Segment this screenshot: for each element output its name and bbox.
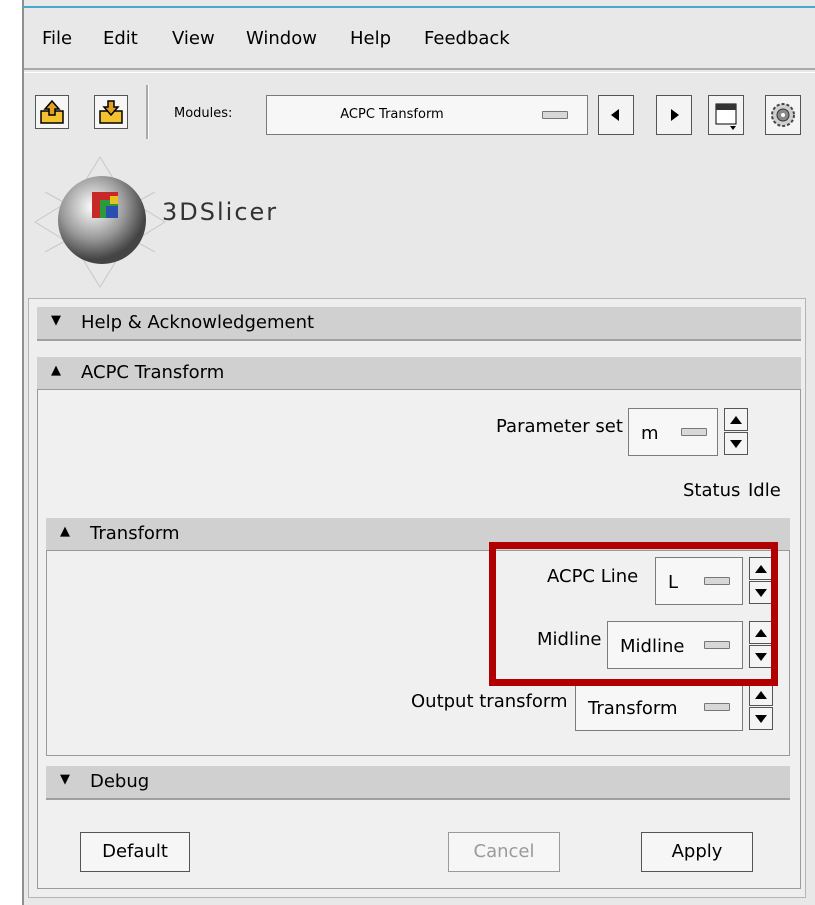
prev-module-button[interactable] [598, 95, 634, 135]
apply-button[interactable]: Apply [641, 832, 753, 872]
debug-label: Debug [90, 771, 150, 792]
settings-button[interactable] [765, 95, 801, 135]
parameter-set-combo[interactable]: m [628, 408, 718, 456]
help-acknowledgement-header[interactable]: ▼ Help & Acknowledgement [37, 307, 801, 341]
output-transform-spinner[interactable] [749, 683, 773, 731]
output-transform-label: Output transform [411, 691, 568, 712]
dropdown-indicator-icon [681, 428, 707, 436]
load-data-icon [40, 99, 64, 124]
module-selector[interactable]: ACPC Transform [266, 95, 588, 135]
spin-up-button[interactable] [749, 683, 773, 706]
save-data-icon [99, 100, 123, 124]
prev-module-icon [611, 109, 619, 121]
status-value: Idle [748, 480, 781, 501]
menu-feedback[interactable]: Feedback [424, 28, 510, 49]
acpc-transform-label: ACPC Transform [81, 362, 225, 383]
expand-arrow-icon: ▲ [51, 363, 61, 378]
settings-icon [771, 103, 795, 127]
default-button[interactable]: Default [80, 832, 190, 872]
arrow-down-icon [755, 715, 767, 723]
slicer-logo-area: 3DSlicer [26, 150, 815, 298]
transform-label: Transform [90, 523, 180, 544]
menu-bar: File Edit View Window Help Feedback [24, 10, 815, 70]
menu-file[interactable]: File [42, 28, 72, 49]
output-transform-combo[interactable]: Transform [575, 683, 743, 731]
layout-icon [715, 103, 737, 130]
spin-down-button[interactable] [724, 432, 748, 455]
module-selector-value: ACPC Transform [340, 107, 444, 122]
load-data-button[interactable] [35, 95, 69, 129]
parameter-set-spinner[interactable] [724, 408, 748, 456]
arrow-up-icon [730, 416, 742, 424]
next-module-icon [671, 109, 679, 121]
parameter-set-label: Parameter set [496, 416, 623, 437]
collapse-arrow-icon: ▼ [51, 313, 61, 328]
acpc-transform-header[interactable]: ▲ ACPC Transform [37, 357, 801, 389]
menu-help[interactable]: Help [350, 28, 391, 49]
output-transform-value: Transform [588, 698, 678, 719]
spin-down-button[interactable] [749, 707, 773, 730]
cancel-button[interactable]: Cancel [448, 832, 560, 872]
slicer-logo-text: 3DSlicer [162, 198, 279, 226]
module-toolbar: Modules: ACPC Transform [24, 72, 815, 151]
menu-window[interactable]: Window [246, 28, 317, 49]
menu-view[interactable]: View [172, 28, 215, 49]
collapse-arrow-icon: ▼ [60, 772, 70, 787]
expand-arrow-icon: ▲ [60, 524, 70, 539]
dropdown-indicator-icon [542, 111, 568, 119]
dropdown-indicator-icon [704, 703, 730, 711]
arrow-up-icon [755, 691, 767, 699]
toolbar-separator [146, 85, 149, 139]
save-data-button[interactable] [94, 95, 128, 129]
help-acknowledgement-label: Help & Acknowledgement [81, 312, 315, 333]
next-module-button[interactable] [656, 95, 692, 135]
arrow-down-icon [730, 440, 742, 448]
spin-up-button[interactable] [724, 408, 748, 431]
status-label: Status [683, 480, 741, 501]
parameter-set-value: m [641, 423, 659, 444]
window-top-border [22, 6, 815, 8]
modules-label: Modules: [174, 106, 233, 121]
debug-header[interactable]: ▼ Debug [46, 766, 790, 800]
menu-edit[interactable]: Edit [103, 28, 138, 49]
annotation-highlight-box [489, 542, 778, 686]
layout-button[interactable] [708, 95, 744, 135]
slicer-logo-icon [34, 156, 166, 288]
